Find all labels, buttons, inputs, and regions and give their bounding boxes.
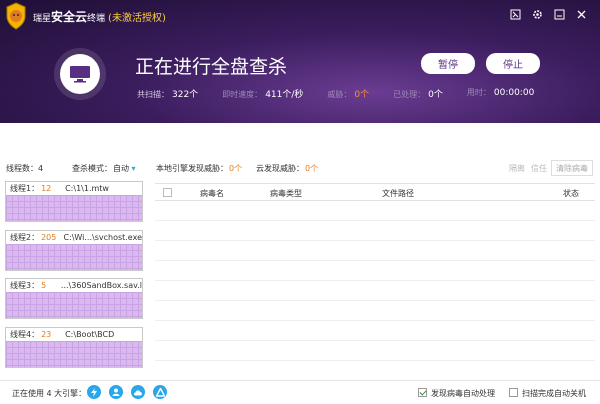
chevron-down-icon: ▾ (131, 164, 136, 173)
table-row (155, 281, 595, 301)
stat-scanned: 共扫描： 322个 (137, 90, 199, 100)
trust-button[interactable]: 信任 (531, 163, 547, 174)
engines-label: 正在使用 4 大引擎： (12, 389, 87, 398)
auto-handle-label: 发现病毒自动处理 (431, 389, 495, 398)
auto-shutdown-checkbox[interactable] (509, 388, 518, 397)
thread-graph (6, 244, 142, 270)
activation-link[interactable]: (未激活授权) (108, 13, 166, 24)
auto-handle-checkbox[interactable] (418, 388, 427, 397)
auto-shutdown-label: 扫描完成自动关机 (522, 389, 586, 398)
col-status: 状态 (563, 189, 579, 198)
scan-toolbar: 线程数：4 查杀模式： 自动 ▾ 本地引擎发现威胁： 0个 云发现威胁： 0个 … (0, 160, 600, 178)
scan-mode-select[interactable]: 自动 ▾ (113, 163, 136, 174)
table-row (155, 341, 595, 361)
local-threat-value: 0个 (229, 164, 243, 173)
stop-button[interactable]: 停止 (486, 53, 540, 74)
thread-panel-4: 线程4： 23 C:\Boot\BCD (5, 327, 143, 368)
col-virus-type: 病毒类型 (270, 189, 302, 198)
table-row (155, 221, 595, 241)
local-threat-label: 本地引擎发现威胁： (156, 164, 228, 173)
stat-handled: 已处理： 0个 (393, 90, 443, 100)
cloud-engine-icon[interactable] (131, 385, 145, 399)
virus-table: 病毒名 病毒类型 文件路径 状态 (155, 183, 595, 377)
thread-graph (6, 195, 142, 221)
col-file-path: 文件路径 (382, 189, 414, 198)
col-virus-name: 病毒名 (200, 189, 224, 198)
table-row (155, 201, 595, 221)
skin-icon[interactable] (504, 7, 526, 21)
table-row (155, 321, 595, 341)
select-all-checkbox[interactable] (163, 188, 172, 197)
scan-mode-label: 查杀模式： (72, 164, 112, 173)
user-engine-icon[interactable] (109, 385, 123, 399)
close-icon[interactable] (570, 7, 592, 21)
window-controls (504, 7, 592, 21)
header-bar: 瑞星安全云终端 (未激活授权) 正在进行全盘查杀 暂停 停止 共扫描： 322个 即… (0, 0, 600, 123)
thread-panel-2: 线程2： 205 C:\Wi...\svchost.exe (5, 230, 143, 271)
lightning-engine-icon[interactable] (87, 385, 101, 399)
scan-stats: 共扫描： 322个 即时速度： 411个/秒 威胁： 0个 已处理： 0个 用时： 00:… (137, 87, 558, 100)
status-bar: 正在使用 4 大引擎： 发现病毒自动处理 扫描完成自动关机 (0, 380, 600, 404)
table-row (155, 261, 595, 281)
stat-time: 用时： 00:00:00 (466, 88, 535, 98)
thread-count: 线程数：4 (6, 164, 44, 173)
thread-graph (6, 292, 142, 318)
scan-monitor-icon (54, 48, 106, 100)
cloud-threat-label: 云发现威胁： (256, 164, 304, 173)
lion-logo-icon (6, 2, 26, 30)
pause-button[interactable]: 暂停 (421, 53, 475, 74)
clear-virus-button[interactable]: 清除病毒 (551, 160, 593, 176)
table-header: 病毒名 病毒类型 文件路径 状态 (155, 184, 595, 201)
thread-panel-1: 线程1： 12 C:\1\1.mtw (5, 181, 143, 222)
stat-speed: 即时速度： 411个/秒 (222, 90, 304, 100)
thread-panel-3: 线程3： 5 ...\360SandBox.sav.l (5, 278, 143, 319)
stat-threat: 威胁： 0个 (327, 90, 370, 100)
gear-icon[interactable] (526, 7, 548, 21)
table-row (155, 301, 595, 321)
isolate-button[interactable]: 隔离 (509, 163, 525, 174)
brand-title: 瑞星安全云终端 (未激活授权) (33, 10, 166, 24)
cloud-threat-value: 0个 (305, 164, 319, 173)
thread-graph (6, 341, 142, 367)
shield-engine-icon[interactable] (153, 385, 167, 399)
table-row (155, 241, 595, 261)
scan-title: 正在进行全盘查杀 (135, 56, 288, 78)
minimize-icon[interactable] (548, 7, 570, 21)
